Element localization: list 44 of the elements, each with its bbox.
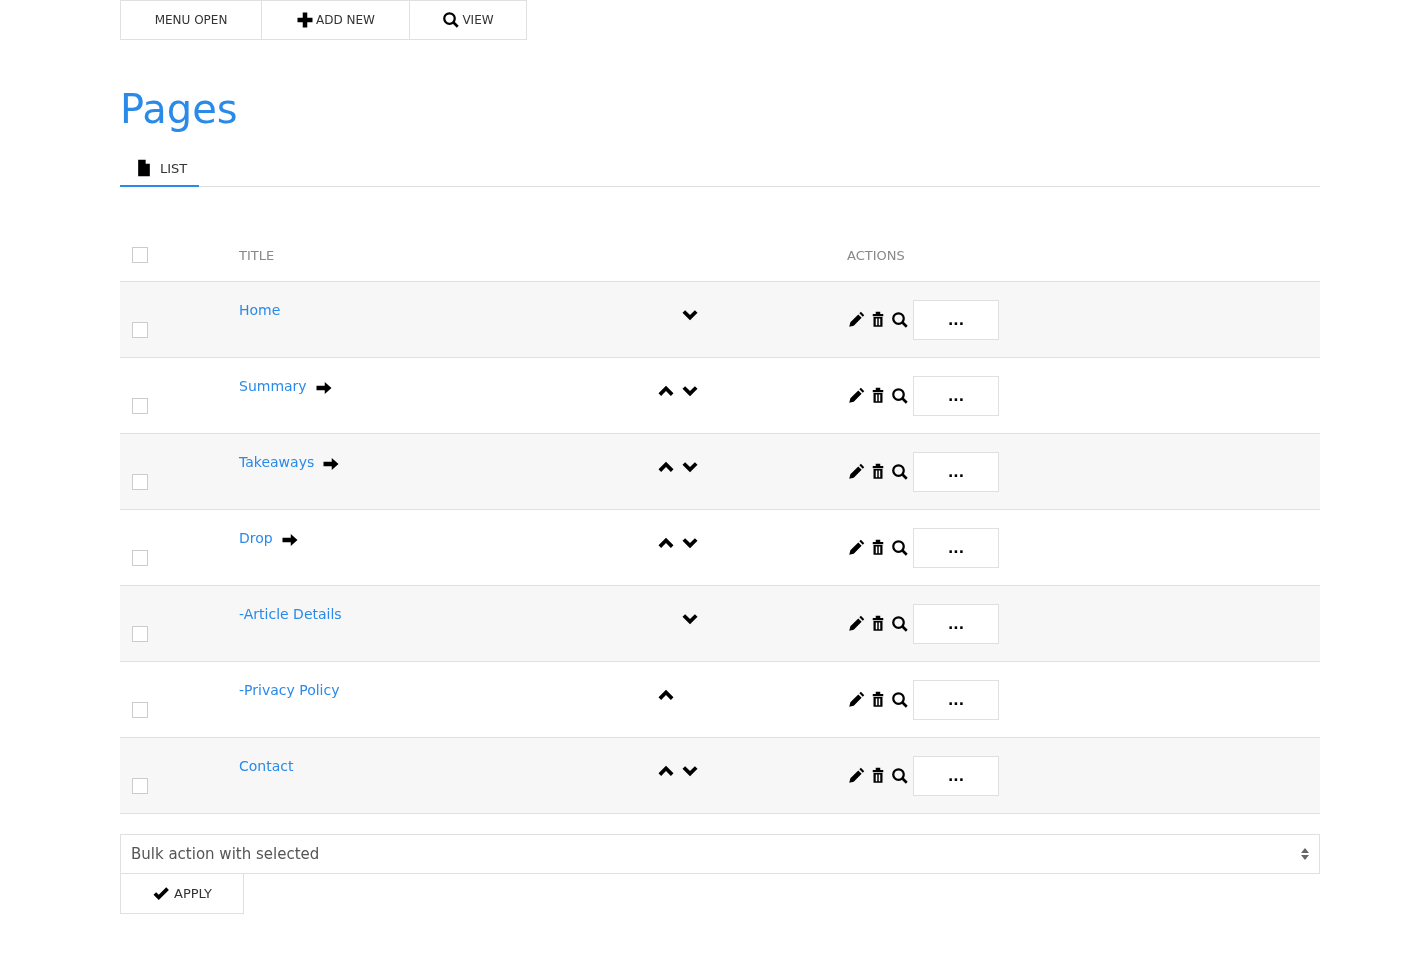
pencil-icon[interactable] — [847, 766, 865, 785]
row-checkbox[interactable] — [132, 550, 148, 566]
plus-icon — [296, 11, 315, 29]
more-button[interactable]: ... — [913, 375, 999, 416]
row-checkbox[interactable] — [132, 398, 148, 414]
page-title: Pages — [120, 85, 239, 134]
more-button[interactable]: ... — [913, 299, 999, 340]
row-checkbox[interactable] — [132, 702, 148, 718]
page-link[interactable]: -Privacy Policy — [239, 682, 340, 698]
column-header: TITLE — [239, 248, 276, 265]
pencil-icon[interactable] — [847, 538, 865, 557]
search-icon[interactable] — [891, 766, 909, 785]
pencil-icon[interactable] — [847, 386, 865, 405]
more-button[interactable]: ... — [913, 527, 999, 568]
column-header: ACTIONS — [847, 248, 906, 265]
search-icon[interactable] — [891, 310, 909, 329]
pencil-icon[interactable] — [847, 690, 865, 709]
search-icon — [442, 11, 461, 29]
page-link[interactable]: Drop — [239, 530, 273, 546]
bulk-action-select[interactable]: Bulk action with selected — [120, 834, 1320, 874]
search-icon[interactable] — [891, 614, 909, 633]
more-button[interactable]: ... — [913, 755, 999, 796]
more-button[interactable]: ... — [913, 679, 999, 720]
toolbar-button[interactable]: ADD NEW — [261, 0, 410, 40]
row-checkbox[interactable] — [132, 626, 148, 642]
toolbar-button[interactable]: VIEW — [409, 0, 527, 40]
pencil-icon[interactable] — [847, 310, 865, 329]
select-all-checkbox[interactable] — [132, 247, 148, 263]
search-icon[interactable] — [891, 538, 909, 557]
pencil-icon[interactable] — [847, 614, 865, 633]
toolbar-button[interactable]: MENU OPEN — [120, 0, 262, 40]
apply-button[interactable]: APPLY — [120, 874, 244, 914]
row-checkbox[interactable] — [132, 474, 148, 490]
search-icon[interactable] — [891, 690, 909, 709]
more-button[interactable]: ... — [913, 451, 999, 492]
pencil-icon[interactable] — [847, 462, 865, 481]
sort-caret-icon — [1301, 848, 1309, 860]
more-button[interactable]: ... — [913, 603, 999, 644]
row-checkbox[interactable] — [132, 322, 148, 338]
check-icon — [152, 884, 170, 903]
row-checkbox[interactable] — [132, 778, 148, 794]
search-icon[interactable] — [891, 462, 909, 481]
search-icon[interactable] — [891, 386, 909, 405]
page-link[interactable]: Summary — [239, 378, 307, 394]
